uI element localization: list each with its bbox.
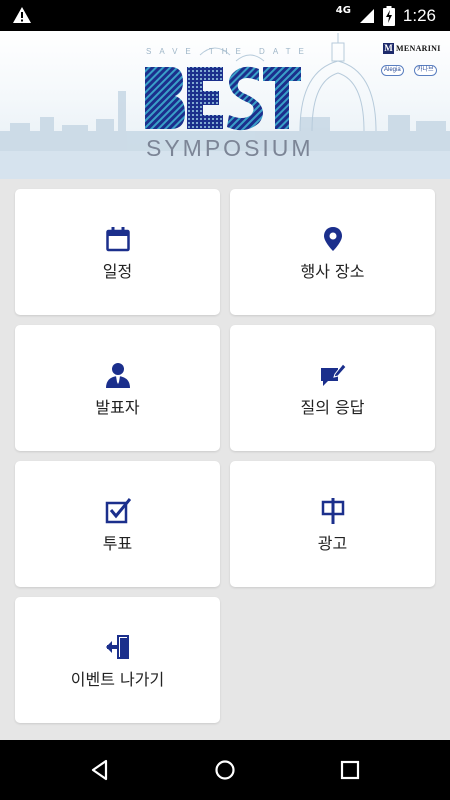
menarini-logo: M MENARINI [383,43,441,54]
menu-tile-venue[interactable]: 행사 장소 [230,189,435,315]
location-pin-icon [320,226,346,252]
warning-icon [13,7,31,23]
menu-label-venue: 행사 장소 [300,262,365,281]
battery-charging-icon [382,5,395,26]
sponsor-logo-kanarb: 카나브 [414,65,437,76]
menu-tile-exit-event[interactable]: 이벤트 나가기 [15,597,220,723]
menu-tile-ads[interactable]: 광고 [230,461,435,587]
home-icon[interactable] [210,755,240,785]
menu-label-qna: 질의 응답 [300,398,365,417]
menu-tile-qna[interactable]: 질의 응답 [230,325,435,451]
menu-label-schedule: 일정 [102,262,133,281]
chat-edit-icon [320,362,346,388]
system-nav-bar [0,740,450,800]
symposium-subtitle: SYMPOSIUM [146,135,314,161]
menu-label-vote: 투표 [102,534,133,553]
menarini-mark-icon: M [383,43,394,54]
menu-label-exit-event: 이벤트 나가기 [70,670,165,689]
calendar-icon [105,226,131,252]
back-icon[interactable] [85,755,115,785]
recents-icon[interactable] [335,755,365,785]
save-the-date-text: SAVE THE DATE [146,47,312,56]
signboard-icon [320,498,346,524]
event-banner: SAVE THE DATE SYMPOSIUM M MENARINI Alegi… [0,31,450,179]
speaker-icon [105,362,131,388]
menu-label-ads: 광고 [317,534,348,553]
signal-icon [359,8,374,23]
menu-label-speakers: 발표자 [95,398,140,417]
checkbox-icon [105,498,131,524]
menu-tile-vote[interactable]: 투표 [15,461,220,587]
best-logo [145,66,301,131]
menu-tile-speakers[interactable]: 발표자 [15,325,220,451]
network-type: 4G [335,5,351,16]
menu-tile-schedule[interactable]: 일정 [15,189,220,315]
exit-door-icon [105,634,131,660]
menarini-name: MENARINI [396,44,441,53]
clock: 1:26 [402,5,436,25]
status-bar: 4G 1:26 [0,0,450,31]
sponsor-logo-alegia: Alegia [381,65,404,76]
